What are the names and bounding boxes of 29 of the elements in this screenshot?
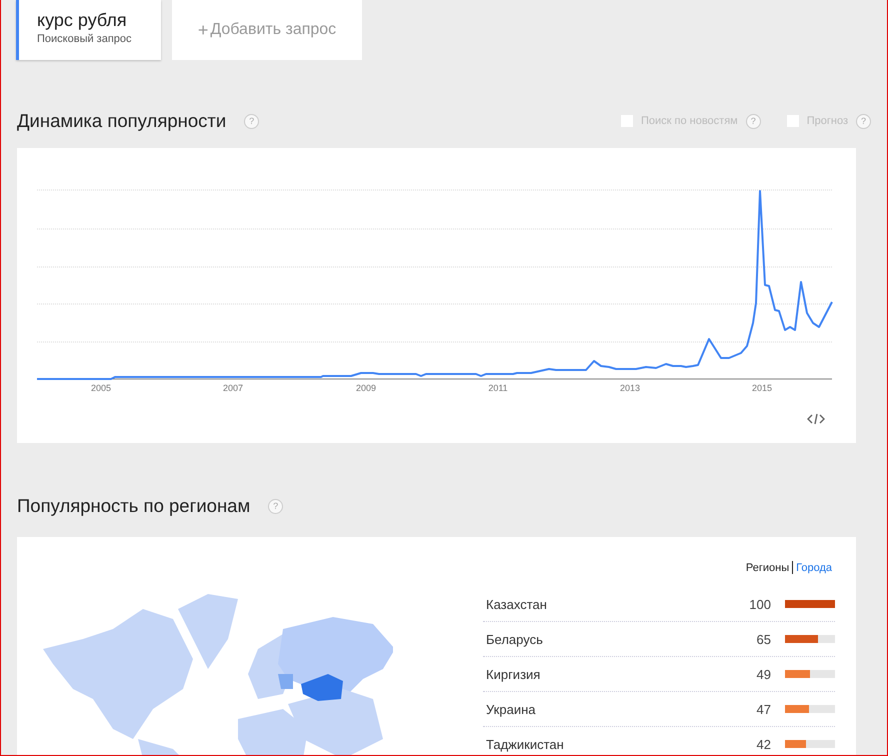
help-icon[interactable]: ? [746,114,761,128]
embed-code-icon[interactable] [807,413,825,425]
x-tick-label: 2015 [752,383,772,393]
region-name: Украина [486,702,536,716]
region-name: Беларусь [486,632,544,646]
region-name: Казахстан [486,596,548,612]
region-value: 49 [756,666,771,682]
x-tick-label: 2007 [222,383,244,393]
view-tab[interactable]: Города [793,562,835,574]
x-tick-label: 2011 [488,383,508,393]
help-icon[interactable]: ? [856,114,871,128]
x-tick-label: 2009 [356,383,376,393]
x-tick-label: 2005 [90,383,112,393]
x-tick-label: 2013 [620,383,640,393]
region-name: Киргизия [486,666,542,682]
region-value: 47 [756,702,771,716]
help-icon[interactable]: ? [244,114,260,128]
query-term: курс рубля [37,10,128,30]
query-card[interactable]: курс рубля Поисковый запрос [16,0,161,60]
section-title: Динамика популярности [17,110,226,132]
query-subtitle: Поисковый запрос [37,33,133,45]
add-query-button[interactable]: +Добавить запрос [172,0,362,60]
view-tab[interactable]: Регионы [742,562,792,574]
help-icon[interactable]: ? [268,498,284,514]
region-value: 42 [756,736,771,752]
region-value: 100 [749,596,771,612]
region-value: 65 [756,632,771,646]
region-name: Таджикистан [486,736,565,752]
section-title: Популярность по регионам [17,495,250,517]
